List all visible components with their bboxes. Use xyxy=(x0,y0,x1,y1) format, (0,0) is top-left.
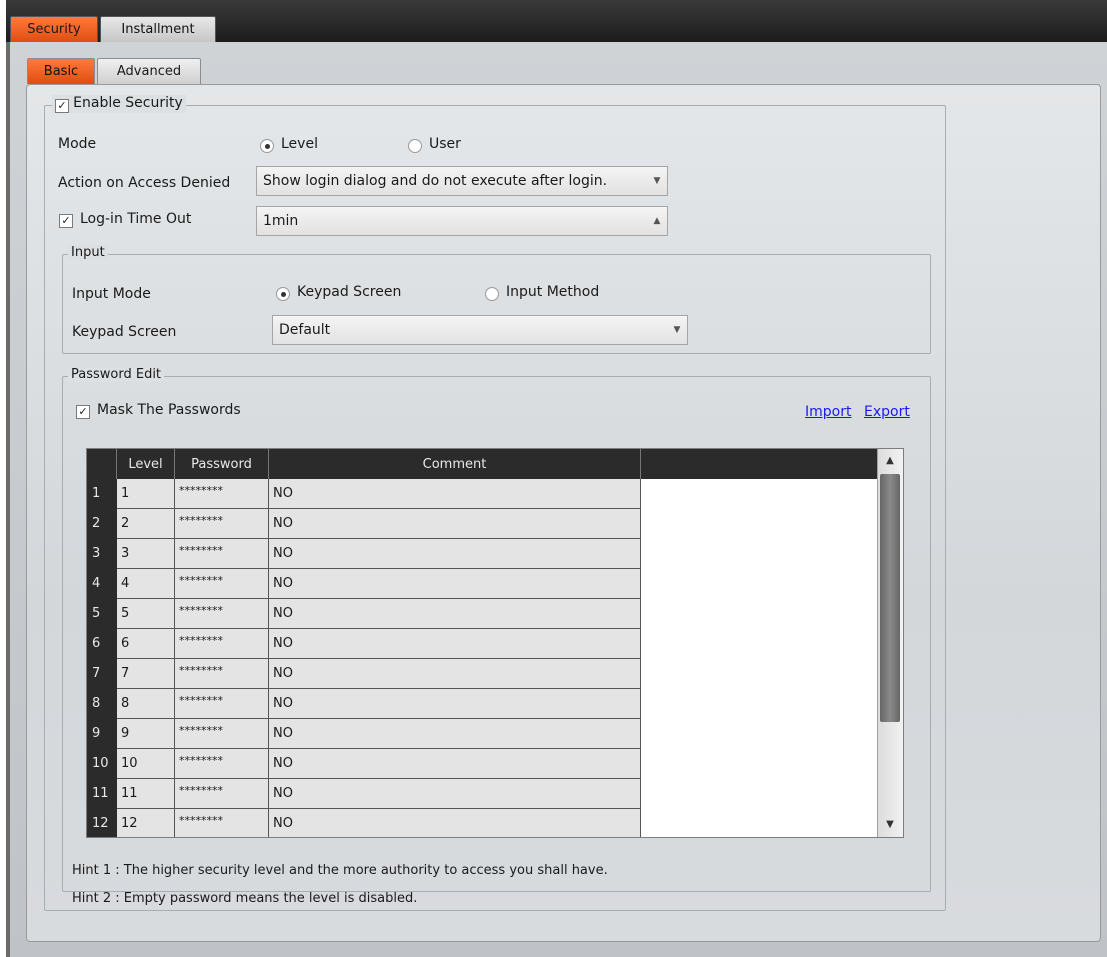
input-legend: Input xyxy=(68,245,108,260)
action-denied-select[interactable]: Show login dialog and do not execute aft… xyxy=(256,166,668,196)
chevron-down-icon: ▼ xyxy=(653,176,661,186)
password-edit-legend: Password Edit xyxy=(68,367,165,382)
table-cell-password[interactable]: ******** xyxy=(175,809,269,837)
table-cell-password[interactable]: ******** xyxy=(175,659,269,689)
table-cell-comment[interactable]: NO xyxy=(269,779,641,809)
keypad-screen-select[interactable]: Default ▼ xyxy=(272,315,688,345)
scroll-up-icon[interactable]: ▲ xyxy=(880,450,900,472)
keypad-screen-label: Keypad Screen xyxy=(72,324,177,340)
keypad-screen-value: Default xyxy=(279,322,331,338)
table-cell-password[interactable]: ******** xyxy=(175,689,269,719)
row-header[interactable]: 1 xyxy=(87,479,117,509)
row-header[interactable]: 10 xyxy=(87,749,117,779)
column-header-password[interactable]: Password xyxy=(175,449,269,479)
table-cell-comment[interactable]: NO xyxy=(269,479,641,509)
mode-user-label: User xyxy=(429,136,461,152)
column-header-empty xyxy=(641,449,879,479)
table-cell-comment[interactable]: NO xyxy=(269,809,641,837)
table-cell-level[interactable]: 6 xyxy=(117,629,175,659)
export-link[interactable]: Export xyxy=(864,404,910,420)
table-cell-comment[interactable]: NO xyxy=(269,719,641,749)
input-mode-label: Input Mode xyxy=(72,286,151,302)
mode-level-label: Level xyxy=(281,136,318,152)
tab-advanced[interactable]: Advanced xyxy=(97,58,201,84)
mode-user-radio[interactable] xyxy=(408,139,422,153)
hint-2: Hint 2 : Empty password means the level … xyxy=(72,891,418,906)
import-link[interactable]: Import xyxy=(805,404,851,420)
table-cell-level[interactable]: 2 xyxy=(117,509,175,539)
chevron-down-icon: ▼ xyxy=(673,325,681,335)
table-cell-level[interactable]: 1 xyxy=(117,479,175,509)
enable-security-legend: ✓ Enable Security xyxy=(52,95,186,113)
table-cell-level[interactable]: 5 xyxy=(117,599,175,629)
row-header[interactable]: 5 xyxy=(87,599,117,629)
input-keypad-radio-label: Keypad Screen xyxy=(297,284,402,300)
table-cell-comment[interactable]: NO xyxy=(269,659,641,689)
row-header[interactable]: 7 xyxy=(87,659,117,689)
table-cell-level[interactable]: 12 xyxy=(117,809,175,837)
table-cell-password[interactable]: ******** xyxy=(175,629,269,659)
action-denied-label: Action on Access Denied xyxy=(58,175,231,191)
table-cell-password[interactable]: ******** xyxy=(175,779,269,809)
table-cell-password[interactable]: ******** xyxy=(175,509,269,539)
table-cell-comment[interactable]: NO xyxy=(269,749,641,779)
table-cell-level[interactable]: 11 xyxy=(117,779,175,809)
table-cell-level[interactable]: 4 xyxy=(117,569,175,599)
table-cell-password[interactable]: ******** xyxy=(175,719,269,749)
table-cell-level[interactable]: 7 xyxy=(117,659,175,689)
row-header[interactable]: 11 xyxy=(87,779,117,809)
mask-passwords-checkbox[interactable]: ✓ xyxy=(76,405,90,419)
table-cell-password[interactable]: ******** xyxy=(175,479,269,509)
login-timeout-spinner[interactable]: 1min ▲ xyxy=(256,206,668,236)
scroll-down-icon[interactable]: ▼ xyxy=(880,814,900,836)
login-timeout-checkbox[interactable]: ✓ xyxy=(59,214,73,228)
table-cell-comment[interactable]: NO xyxy=(269,599,641,629)
row-header[interactable]: 4 xyxy=(87,569,117,599)
mode-level-radio[interactable] xyxy=(260,139,274,153)
table-cell-level[interactable]: 3 xyxy=(117,539,175,569)
row-header[interactable]: 3 xyxy=(87,539,117,569)
mode-label: Mode xyxy=(58,136,97,152)
table-cell-comment[interactable]: NO xyxy=(269,569,641,599)
password-table: Level Password Comment 1 1 ******** NO 2 2 ***… xyxy=(86,448,904,838)
table-corner xyxy=(87,449,117,479)
table-cell-level[interactable]: 10 xyxy=(117,749,175,779)
enable-security-label: Enable Security xyxy=(73,95,183,111)
input-method-radio[interactable] xyxy=(485,287,499,301)
table-cell-password[interactable]: ******** xyxy=(175,539,269,569)
column-header-level[interactable]: Level xyxy=(117,449,175,479)
scrollbar-thumb[interactable] xyxy=(880,474,900,722)
spin-up-icon[interactable]: ▲ xyxy=(648,208,666,234)
table-cell-level[interactable]: 9 xyxy=(117,719,175,749)
row-header[interactable]: 12 xyxy=(87,809,117,837)
table-cell-level[interactable]: 8 xyxy=(117,689,175,719)
login-timeout-value: 1min xyxy=(263,213,299,229)
table-cell-password[interactable]: ******** xyxy=(175,569,269,599)
table-cell-comment[interactable]: NO xyxy=(269,509,641,539)
tab-installment[interactable]: Installment xyxy=(100,16,216,42)
enable-security-checkbox[interactable]: ✓ xyxy=(55,99,69,113)
row-header[interactable]: 6 xyxy=(87,629,117,659)
tab-basic[interactable]: Basic xyxy=(27,58,95,84)
action-denied-value: Show login dialog and do not execute aft… xyxy=(263,173,608,189)
mask-passwords-label: Mask The Passwords xyxy=(97,402,241,418)
input-method-radio-label: Input Method xyxy=(506,284,600,300)
table-cell-password[interactable]: ******** xyxy=(175,599,269,629)
row-header[interactable]: 8 xyxy=(87,689,117,719)
column-header-comment[interactable]: Comment xyxy=(269,449,641,479)
tab-security[interactable]: Security xyxy=(10,16,98,42)
input-keypad-radio[interactable] xyxy=(276,287,290,301)
table-cell-comment[interactable]: NO xyxy=(269,629,641,659)
row-header[interactable]: 9 xyxy=(87,719,117,749)
hint-1: Hint 1 : The higher security level and t… xyxy=(72,863,608,878)
row-header[interactable]: 2 xyxy=(87,509,117,539)
login-timeout-label: Log-in Time Out xyxy=(80,211,192,227)
table-cell-comment[interactable]: NO xyxy=(269,539,641,569)
table-cell-password[interactable]: ******** xyxy=(175,749,269,779)
table-cell-comment[interactable]: NO xyxy=(269,689,641,719)
